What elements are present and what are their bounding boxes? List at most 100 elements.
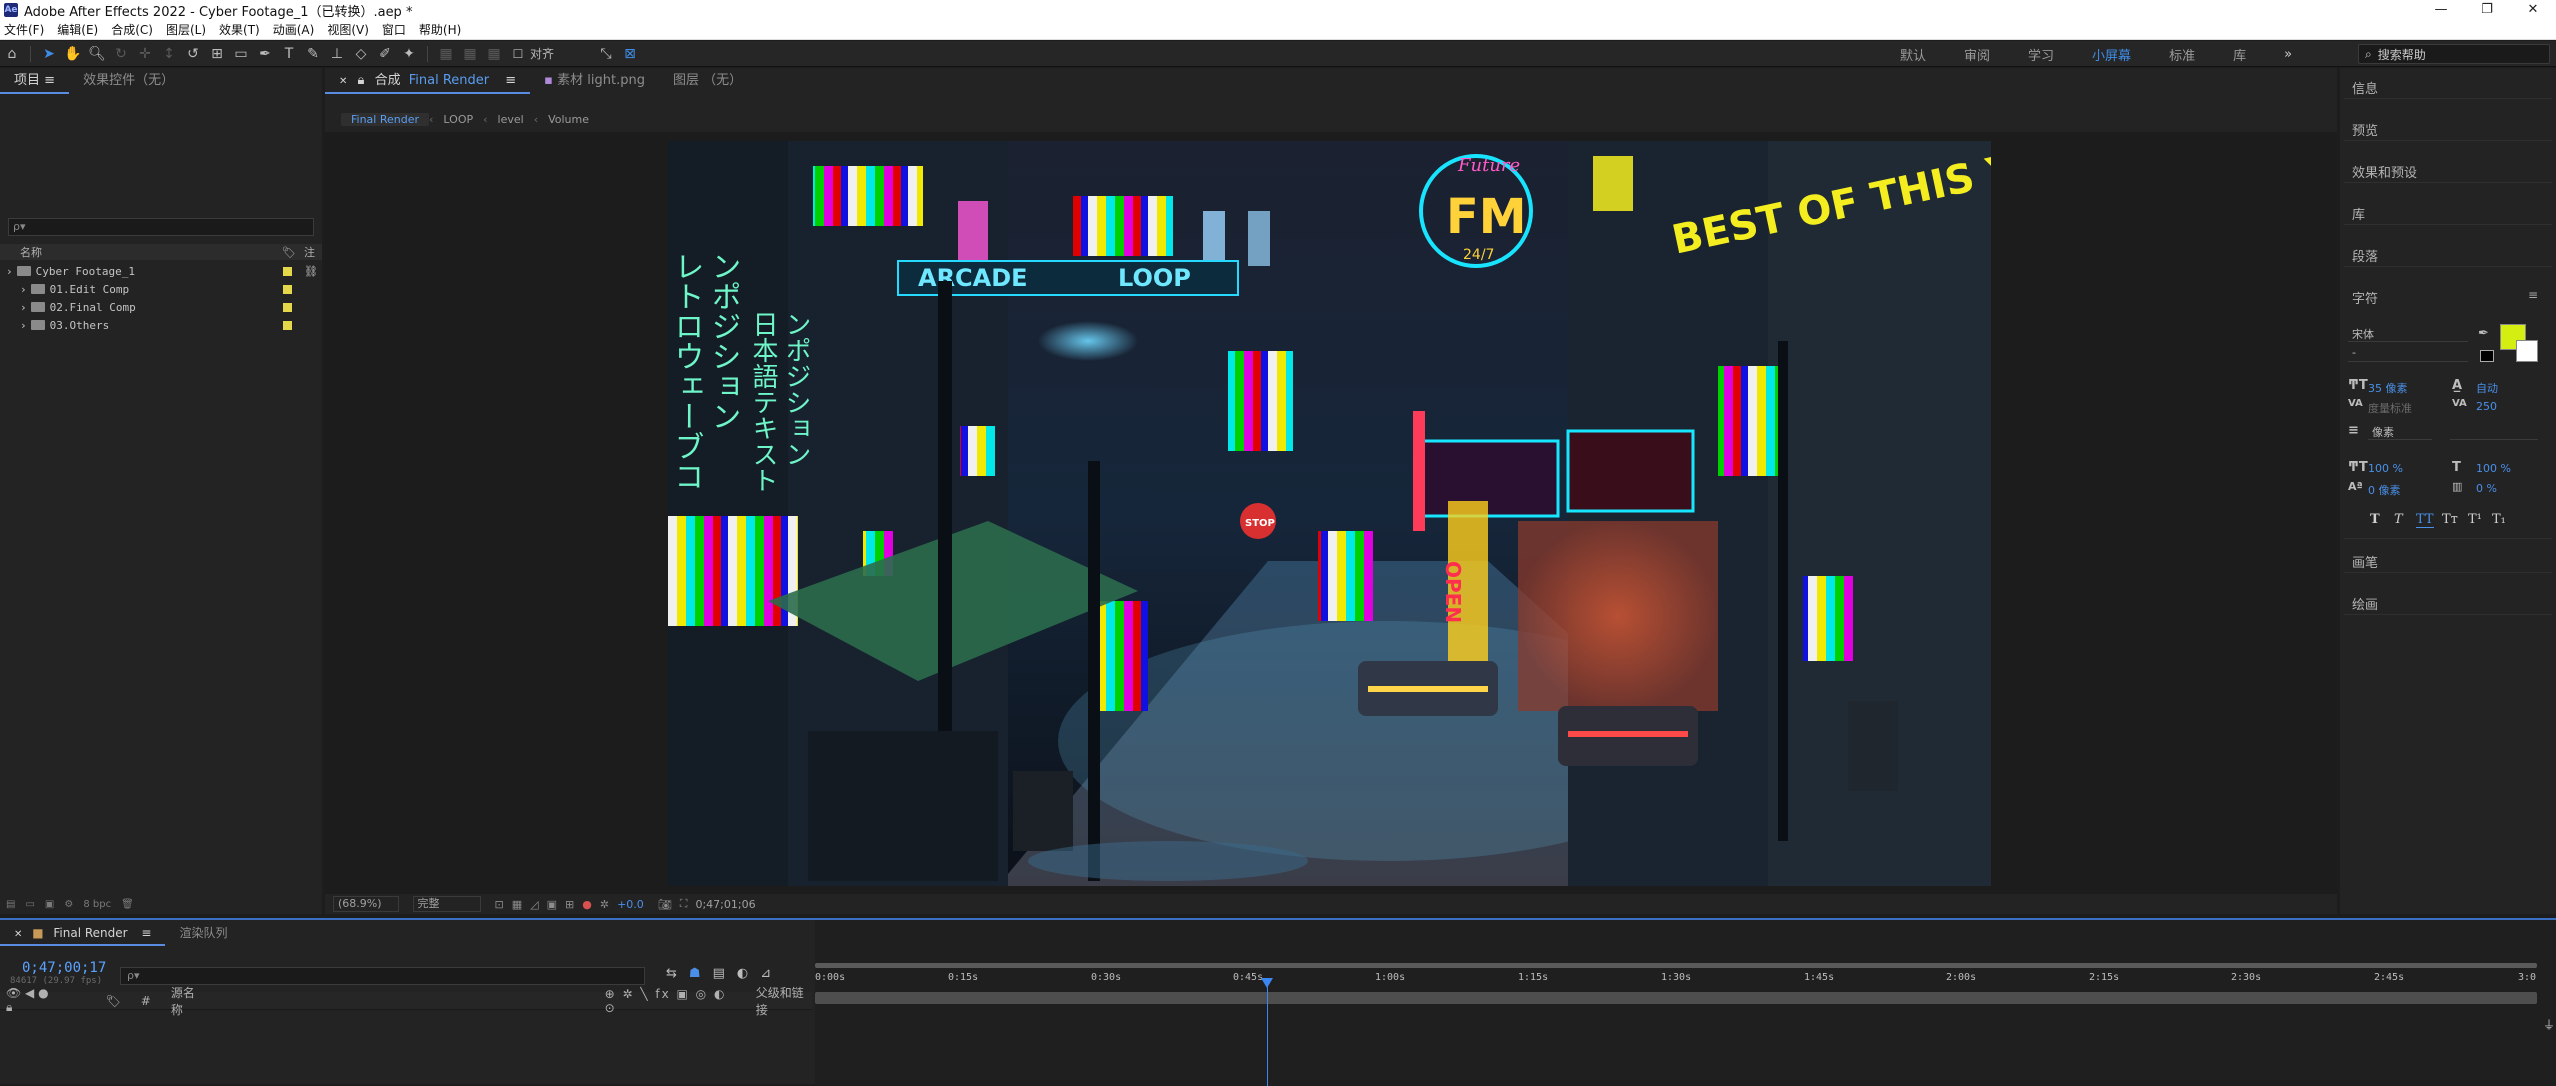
comp-end-icon[interactable]: ⏚	[2543, 1016, 2555, 1033]
panel-paint[interactable]: 绘画	[2352, 594, 2378, 613]
timeline-current-time[interactable]: 0;47;00;17	[22, 960, 106, 976]
color-channels-icon[interactable]: ●	[582, 898, 592, 911]
hand-tool-icon[interactable]: ✋	[61, 43, 85, 65]
puppet-pin-icon[interactable]: ✦	[397, 43, 421, 65]
timeline-graph-area[interactable]: 0:00s 0:15s 0:30s 0:45s 1:00s 1:15s 1:30…	[815, 920, 2556, 1086]
tab-effect-controls[interactable]: 效果控件（无）	[69, 68, 188, 94]
home-icon[interactable]: ⌂	[0, 43, 24, 65]
rotation-tool-icon[interactable]: ↺	[181, 43, 205, 65]
comp-flowchart-icon[interactable]: ⇆	[666, 966, 677, 981]
eraser-tool-icon[interactable]: ◇	[349, 43, 373, 65]
menu-help[interactable]: 帮助(H)	[415, 21, 470, 38]
minimize-button[interactable]: —	[2418, 0, 2464, 20]
crumb-loop[interactable]: LOOP	[433, 113, 483, 126]
workspace-default[interactable]: 默认	[1900, 45, 1926, 64]
snapping-checkbox[interactable]: ☐	[506, 43, 530, 65]
faux-bold-button[interactable]: T	[2370, 512, 2380, 527]
orbit-camera-icon[interactable]: ↻	[109, 43, 133, 65]
leading-value[interactable]: 自动	[2476, 380, 2498, 396]
project-item[interactable]: › 01.Edit Comp	[0, 280, 322, 298]
tab-footage[interactable]: ▪ 素材 light.png	[530, 68, 659, 94]
label-color-swatch[interactable]	[283, 302, 292, 312]
baseline-shift-value[interactable]: 0 像素	[2368, 482, 2401, 498]
eyedropper-icon[interactable]: ✒	[2478, 326, 2489, 341]
twirl-icon[interactable]: ›	[20, 319, 27, 332]
twirl-icon[interactable]: ›	[20, 301, 27, 314]
trash-icon[interactable]: 🗑︎	[121, 899, 134, 910]
pan-camera-icon[interactable]: ✛	[133, 43, 157, 65]
workspace-standard[interactable]: 标准	[2169, 45, 2195, 64]
layer-switches-icons[interactable]: ⊕ ✲ ╲ fx ▣ ◎ ◐ ⊙	[605, 987, 736, 1015]
label-color-swatch[interactable]	[283, 320, 292, 330]
shy-layers-icon[interactable]: ☗	[689, 966, 701, 981]
clone-stamp-icon[interactable]: ⊥	[325, 43, 349, 65]
font-family-dropdown[interactable]: 宋体	[2348, 326, 2468, 342]
project-item[interactable]: › 02.Final Comp	[0, 298, 322, 316]
panel-libraries[interactable]: 库	[2352, 204, 2365, 223]
exposure-value[interactable]: +0.0	[617, 898, 644, 911]
menu-composition[interactable]: 合成(C)	[107, 21, 162, 38]
column-comment-icon[interactable]: 注	[304, 244, 315, 260]
dolly-camera-icon[interactable]: ↕	[157, 43, 181, 65]
axis-local-icon[interactable]: ▦	[434, 43, 458, 65]
timeline-search-input[interactable]: ρ▾	[120, 967, 645, 985]
pan-behind-tool-icon[interactable]: ⊞	[205, 43, 229, 65]
panel-brushes[interactable]: 画笔	[2352, 552, 2378, 571]
work-area-bar[interactable]	[815, 992, 2537, 1004]
tsume-value[interactable]: 0 %	[2476, 482, 2497, 495]
av-features-icons[interactable]: 👁︎ ◀ ● 🔒︎	[6, 986, 56, 1015]
twirl-icon[interactable]: ›	[6, 265, 13, 278]
region-of-interest-icon[interactable]: ▣	[547, 898, 557, 911]
transparency-grid-icon[interactable]: ▦	[512, 898, 522, 911]
twirl-icon[interactable]: ›	[20, 283, 27, 296]
column-source-name[interactable]: 源名称	[171, 984, 205, 1018]
lock-icon[interactable]: 🔒︎	[358, 73, 365, 88]
crumb-volume[interactable]: Volume	[538, 113, 599, 126]
snapshot-icon[interactable]: 📷︎	[658, 898, 672, 911]
subscript-button[interactable]: T₁	[2492, 512, 2506, 527]
comp-frame-image[interactable]: ARCADE LOOP レトロウェーブコ ンポジション 日本語テキスト ンポジシ…	[668, 141, 1991, 886]
stroke-color-swatch[interactable]	[2516, 340, 2538, 362]
menu-view[interactable]: 视图(V)	[323, 21, 378, 38]
menu-edit[interactable]: 编辑(E)	[53, 21, 107, 38]
workspace-small-screen[interactable]: 小屏幕	[2092, 45, 2131, 64]
close-tab-icon[interactable]: ✕	[339, 76, 347, 87]
new-folder-icon[interactable]: ▭	[25, 899, 34, 910]
panel-paragraph[interactable]: 段落	[2352, 246, 2378, 265]
grid-guides-icon[interactable]: ⊞	[565, 898, 574, 911]
resolution-dropdown[interactable]: 完整	[412, 896, 481, 912]
crumb-level[interactable]: level	[488, 113, 534, 126]
brush-tool-icon[interactable]: ✎	[301, 43, 325, 65]
snap-edges-icon[interactable]: ⤡	[594, 43, 618, 65]
motion-blur-icon[interactable]: ◐	[737, 966, 748, 981]
show-snapshot-icon[interactable]: ⛶	[680, 897, 688, 911]
all-caps-button[interactable]: TT	[2416, 512, 2434, 528]
panel-effects-presets[interactable]: 效果和预设	[2352, 162, 2417, 181]
small-caps-button[interactable]: Tт	[2442, 512, 2458, 527]
mask-visibility-icon[interactable]: ◿	[530, 898, 538, 911]
project-item[interactable]: › 03.Others	[0, 316, 322, 334]
tab-composition[interactable]: ✕ 🔒︎ 合成 Final Render ≡	[325, 68, 531, 94]
axis-view-icon[interactable]: ▦	[482, 43, 506, 65]
time-navigator-bar[interactable]	[815, 963, 2537, 968]
label-column-icon[interactable]: 🏷︎	[106, 994, 121, 1008]
panel-preview[interactable]: 预览	[2352, 120, 2378, 139]
crumb-final-render[interactable]: Final Render	[341, 112, 430, 126]
type-tool-icon[interactable]: T	[277, 43, 301, 65]
axis-world-icon[interactable]: ▦	[458, 43, 482, 65]
rectangle-tool-icon[interactable]: ▭	[229, 43, 253, 65]
stroke-type-dropdown[interactable]	[2450, 424, 2538, 440]
maximize-button[interactable]: ❐	[2464, 0, 2510, 20]
snap-features-icon[interactable]: ⊠	[618, 43, 642, 65]
project-search-input[interactable]: ρ▾	[8, 218, 314, 236]
column-parent-link[interactable]: 父级和链接	[756, 984, 812, 1018]
fast-preview-icon[interactable]: ⊡	[495, 898, 504, 911]
stroke-width-dropdown[interactable]: 像素	[2368, 424, 2432, 440]
selection-tool-icon[interactable]: ➤	[37, 43, 61, 65]
horizontal-scale-value[interactable]: 100 %	[2476, 462, 2511, 475]
panel-character[interactable]: 字符	[2352, 288, 2378, 307]
current-time-display[interactable]: 0;47;01;06	[695, 898, 755, 911]
playhead-line[interactable]	[1267, 980, 1268, 1086]
panel-menu-icon[interactable]: ≡	[2528, 288, 2538, 302]
workspace-overflow-icon[interactable]: »	[2284, 47, 2292, 62]
